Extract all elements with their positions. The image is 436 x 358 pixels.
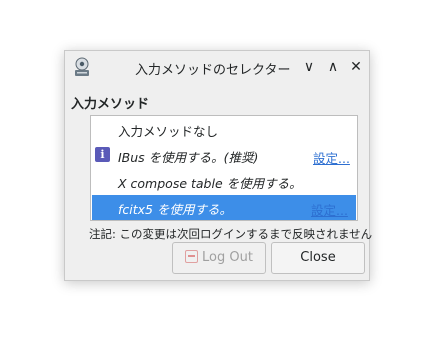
logout-button[interactable]: Log Out — [172, 242, 266, 274]
info-icon: i — [95, 147, 110, 162]
logout-label: Log Out — [202, 250, 253, 265]
maximize-button[interactable]: ∧ — [323, 57, 343, 77]
restart-note: 注記: この変更は次回ログインするまで反映されません — [89, 227, 373, 241]
list-item-label: fcitx5 を使用する。 — [118, 202, 232, 217]
title-bar[interactable]: 入力メソッドのセレクター ∨ ∧ ✕ — [65, 51, 369, 83]
list-item-label: 入力メソッドなし — [118, 124, 219, 139]
logout-icon — [185, 250, 199, 263]
close-window-button[interactable]: ✕ — [346, 57, 366, 77]
input-method-selector-window: 入力メソッドのセレクター ∨ ∧ ✕ 入力メソッド 入力メソッドなし i IBu… — [64, 50, 373, 281]
fcitx5-settings-link[interactable]: 設定... — [311, 200, 348, 219]
close-label: Close — [300, 250, 336, 265]
minimize-button[interactable]: ∨ — [299, 57, 319, 77]
list-item-none[interactable]: 入力メソッドなし — [92, 117, 356, 142]
list-item-label: IBus を使用する。(推奨) — [118, 150, 259, 165]
close-button[interactable]: Close — [271, 242, 365, 274]
ibus-settings-link[interactable]: 設定... — [313, 148, 350, 167]
window-title: 入力メソッドのセレクター — [135, 63, 291, 78]
list-item-xcompose[interactable]: X compose table を使用する。 — [92, 169, 356, 194]
input-method-icon — [75, 57, 89, 76]
list-item-ibus[interactable]: i IBus を使用する。(推奨) 設定... — [92, 143, 356, 168]
section-title: 入力メソッド — [71, 97, 150, 112]
list-item-label: X compose table を使用する。 — [118, 176, 302, 191]
